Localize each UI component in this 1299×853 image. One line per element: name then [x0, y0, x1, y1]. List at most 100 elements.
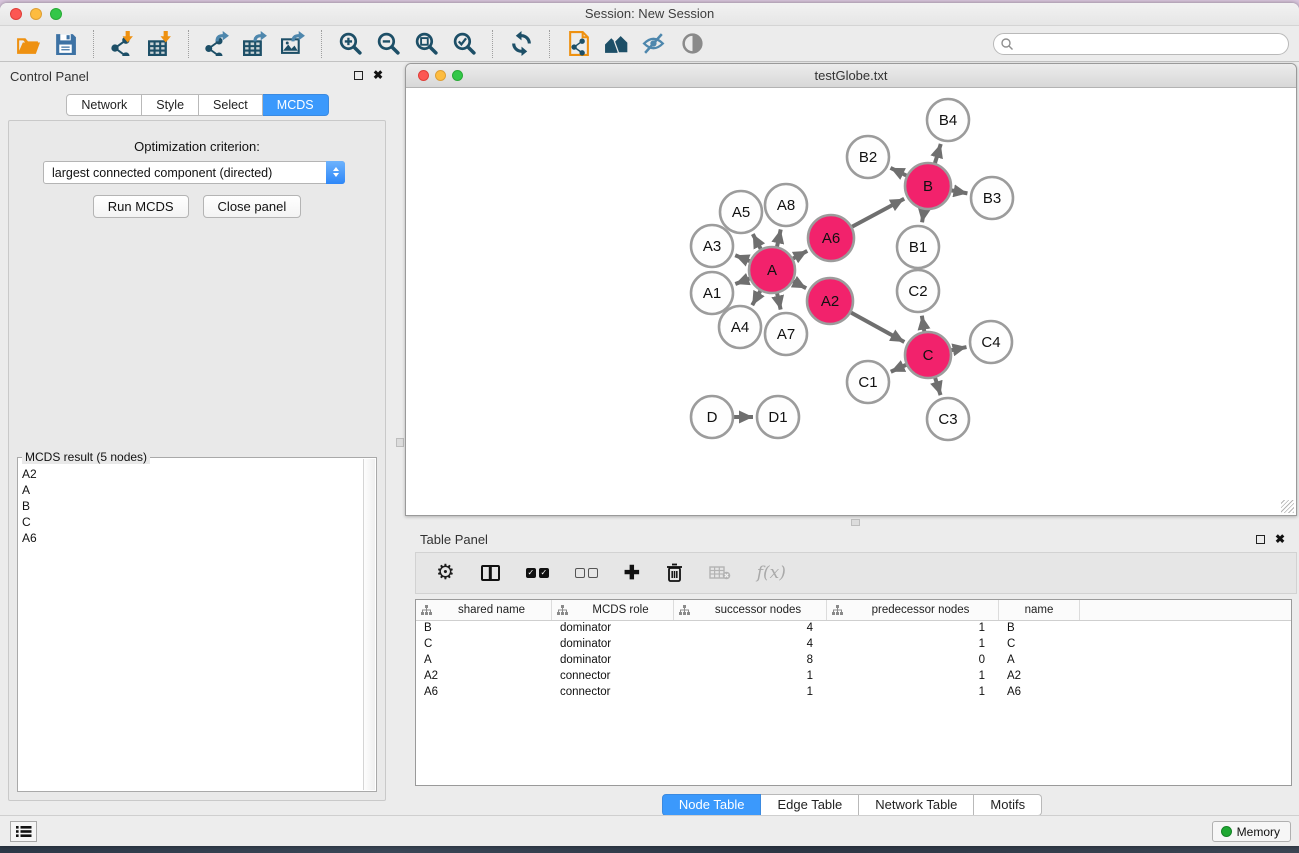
table-row[interactable]: A2connector11A2: [416, 669, 1291, 685]
column-header-name[interactable]: name: [999, 600, 1080, 620]
table-toolbar: ⚙ ✓✓ ✚: [415, 552, 1297, 594]
graph-node-A3[interactable]: A3: [691, 225, 733, 267]
show-all-icon[interactable]: [673, 29, 711, 59]
graph-node-D1[interactable]: D1: [757, 396, 799, 438]
column-header-shared-name[interactable]: shared name: [416, 600, 552, 620]
search-input[interactable]: [1014, 35, 1288, 53]
tab-style[interactable]: Style: [142, 94, 199, 116]
tab-mcds[interactable]: MCDS: [263, 94, 329, 116]
zoom-out-icon[interactable]: [369, 29, 407, 59]
tab-network[interactable]: Network: [66, 94, 142, 116]
network-close-button[interactable]: [418, 70, 429, 81]
graph-node-A2[interactable]: A2: [807, 278, 853, 324]
graph-node-A6[interactable]: A6: [808, 215, 854, 261]
export-image-icon[interactable]: [274, 29, 312, 59]
search-field[interactable]: [993, 33, 1289, 55]
table-cell: 4: [674, 637, 827, 653]
run-mcds-button[interactable]: Run MCDS: [93, 195, 189, 218]
table-row[interactable]: A6connector11A6: [416, 685, 1291, 701]
result-item[interactable]: B: [22, 498, 362, 514]
tab-node-table[interactable]: Node Table: [662, 794, 762, 816]
svg-text:B2: B2: [859, 149, 877, 166]
graph-node-C2[interactable]: C2: [897, 270, 939, 312]
column-header-MCDS-role[interactable]: MCDS role: [552, 600, 674, 620]
graph-node-B[interactable]: B: [905, 163, 951, 209]
close-panel-button[interactable]: Close panel: [203, 195, 302, 218]
tab-select[interactable]: Select: [199, 94, 263, 116]
home-view-icon[interactable]: [597, 29, 635, 59]
graph-node-B4[interactable]: B4: [927, 99, 969, 141]
zoom-fit-icon[interactable]: [407, 29, 445, 59]
open-file-icon[interactable]: [8, 29, 46, 59]
tab-network-table[interactable]: Network Table: [859, 794, 974, 816]
tab-motifs[interactable]: Motifs: [974, 794, 1042, 816]
graph-node-A[interactable]: A: [749, 247, 795, 293]
graph-node-C4[interactable]: C4: [970, 321, 1012, 363]
graph-node-D[interactable]: D: [691, 396, 733, 438]
graph-node-A4[interactable]: A4: [719, 306, 761, 348]
close-panel-icon[interactable]: ✖: [373, 69, 383, 81]
result-item[interactable]: A: [22, 482, 362, 498]
task-history-button[interactable]: [10, 821, 37, 842]
graph-node-C[interactable]: C: [905, 332, 951, 378]
column-header-successor-nodes[interactable]: successor nodes: [674, 600, 827, 620]
graph-node-C3[interactable]: C3: [927, 398, 969, 440]
control-panel-title: Control Panel: [0, 62, 395, 84]
network-file-icon[interactable]: [559, 29, 597, 59]
graph-node-A1[interactable]: A1: [691, 272, 733, 314]
deselect-all-rows-icon[interactable]: [575, 558, 598, 588]
graph-node-C1[interactable]: C1: [847, 361, 889, 403]
table-cell: dominator: [552, 653, 674, 669]
resize-grip[interactable]: [1281, 500, 1294, 513]
result-item[interactable]: A2: [22, 466, 362, 482]
delete-column-trash-icon[interactable]: [666, 558, 683, 588]
svg-text:A5: A5: [732, 204, 750, 221]
float-table-panel-icon[interactable]: [1256, 535, 1265, 544]
mcds-result-list[interactable]: A2ABCA6: [22, 466, 362, 789]
refresh-icon[interactable]: [502, 29, 540, 59]
result-item[interactable]: A6: [22, 530, 362, 546]
hide-selected-icon[interactable]: [635, 29, 673, 59]
import-table-icon[interactable]: [141, 29, 179, 59]
graph-node-A8[interactable]: A8: [765, 184, 807, 226]
tab-edge-table[interactable]: Edge Table: [761, 794, 859, 816]
result-scrollbar[interactable]: [363, 459, 375, 790]
criterion-dropdown[interactable]: largest connected component (directed): [43, 161, 345, 184]
export-table-icon[interactable]: [236, 29, 274, 59]
table-row[interactable]: Bdominator41B: [416, 621, 1291, 637]
optimization-criterion-label: Optimization criterion:: [9, 139, 385, 154]
zoom-selected-icon[interactable]: [445, 29, 483, 59]
close-table-panel-icon[interactable]: ✖: [1275, 533, 1285, 545]
graph-node-A5[interactable]: A5: [720, 191, 762, 233]
graph-node-B1[interactable]: B1: [897, 226, 939, 268]
show-columns-icon[interactable]: [481, 558, 500, 588]
horizontal-splitter[interactable]: [405, 518, 1299, 527]
node-table: shared name MCDS role successor nodes pr…: [415, 599, 1292, 786]
minimize-window-button[interactable]: [30, 8, 42, 20]
close-window-button[interactable]: [10, 8, 22, 20]
column-header-predecessor-nodes[interactable]: predecessor nodes: [827, 600, 999, 620]
table-cell: dominator: [552, 621, 674, 637]
export-network-icon[interactable]: [198, 29, 236, 59]
table-settings-gear-icon[interactable]: ⚙: [436, 558, 455, 588]
save-session-icon[interactable]: [46, 29, 84, 59]
zoom-window-button[interactable]: [50, 8, 62, 20]
graph-node-A7[interactable]: A7: [765, 313, 807, 355]
vertical-splitter[interactable]: [395, 62, 405, 815]
select-all-rows-icon[interactable]: ✓✓: [526, 558, 549, 588]
graph-node-B3[interactable]: B3: [971, 177, 1013, 219]
graph-node-B2[interactable]: B2: [847, 136, 889, 178]
table-row[interactable]: Cdominator41C: [416, 637, 1291, 653]
network-zoom-button[interactable]: [452, 70, 463, 81]
result-item[interactable]: C: [22, 514, 362, 530]
import-network-icon[interactable]: [103, 29, 141, 59]
memory-button[interactable]: Memory: [1212, 821, 1291, 842]
float-panel-icon[interactable]: [354, 71, 363, 80]
add-column-icon[interactable]: ✚: [624, 558, 640, 588]
table-row[interactable]: Adominator80A: [416, 653, 1291, 669]
network-canvas[interactable]: B4 B2 B B3 A8 A5 A6 A3 B1 A C2 A1 A2 A4A7 C4 C C1 D D1 C3: [406, 88, 1296, 515]
node-table-header: shared name MCDS role successor nodes pr…: [416, 600, 1291, 621]
desktop: Session: New Session: [0, 0, 1299, 853]
zoom-in-icon[interactable]: [331, 29, 369, 59]
network-minimize-button[interactable]: [435, 70, 446, 81]
